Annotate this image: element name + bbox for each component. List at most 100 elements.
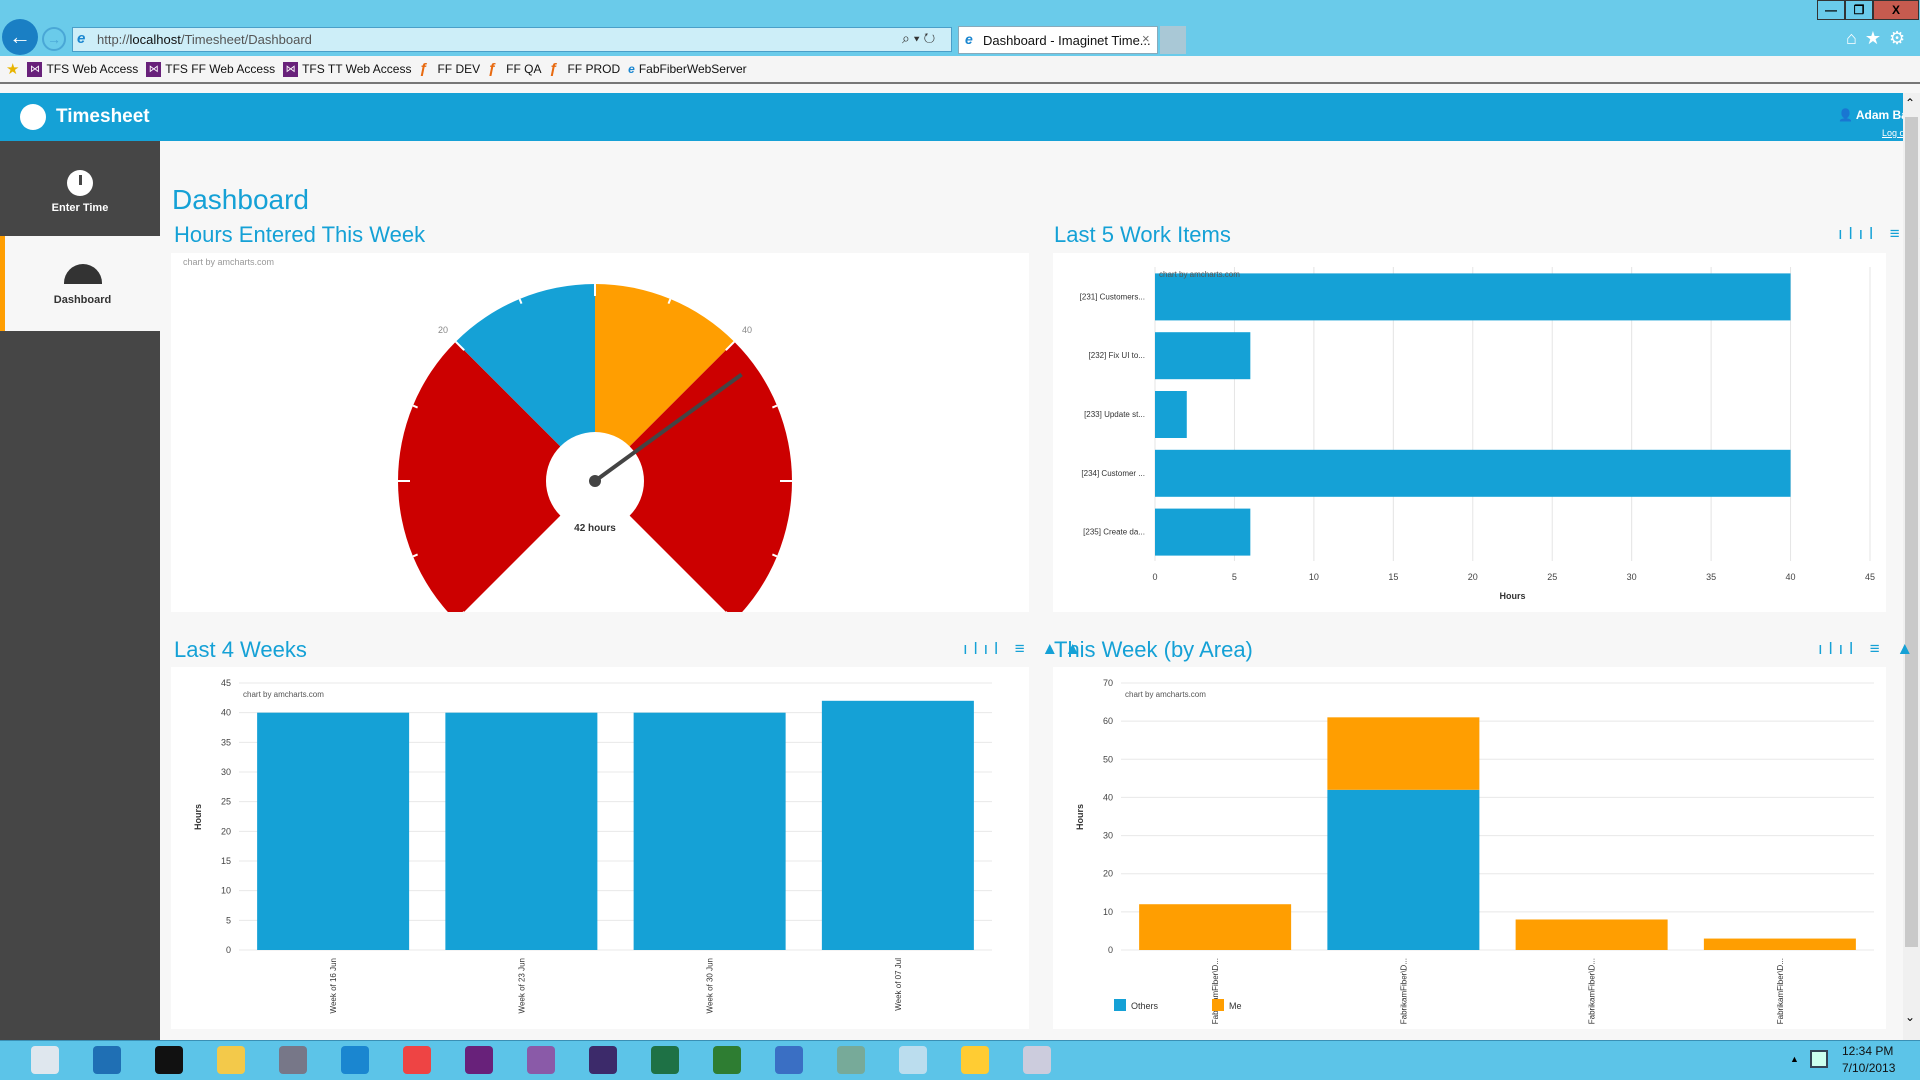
taskbar-chrome[interactable]	[389, 1042, 445, 1078]
ie-tab-icon: e	[965, 31, 973, 47]
bar	[257, 712, 410, 950]
favorite-link[interactable]: ƒ FF DEV	[419, 61, 480, 77]
forward-button[interactable]: →	[42, 27, 66, 51]
taskbar-excel[interactable]	[637, 1042, 693, 1078]
gauge-needle-knob	[589, 475, 601, 487]
category-label: FabrikamFiber\D...	[1399, 958, 1408, 1024]
y-tick-label: 5	[226, 915, 231, 925]
visual-studio-2-icon	[527, 1046, 555, 1074]
favorite-link[interactable]: ⋈ TFS FF Web Access	[146, 61, 275, 77]
favorite-link[interactable]: ⋈ TFS TT Web Access	[283, 61, 411, 77]
new-tab-button[interactable]	[1160, 26, 1186, 54]
fabfiber-icon: ƒ	[419, 60, 428, 77]
legend-label: Me	[1229, 1001, 1242, 1011]
resharper-icon	[775, 1046, 803, 1074]
bar	[1155, 449, 1791, 497]
favorite-link[interactable]: ⋈ TFS Web Access	[27, 61, 138, 77]
x-tick-label: 15	[1388, 572, 1398, 582]
bar	[445, 712, 598, 950]
minimize-button[interactable]: —	[1817, 0, 1845, 20]
x-tick-label: 30	[1627, 572, 1637, 582]
file-explorer-icon	[217, 1046, 245, 1074]
chart-type-toggle-icons[interactable]: ılıl ≡ ▲▲	[963, 639, 1087, 659]
window-controls: — ❐ X	[1817, 0, 1919, 20]
chart-type-toggle-icons[interactable]: ılıl ≡ ▲▲	[1818, 639, 1920, 659]
address-bar[interactable]: http://localhost/Timesheet/Dashboard	[72, 27, 952, 52]
sidebar-item-dashboard[interactable]: Dashboard	[0, 236, 160, 331]
y-axis-title: Hours	[1075, 804, 1085, 830]
restore-button[interactable]: ❐	[1845, 0, 1873, 20]
network-tool-icon	[837, 1046, 865, 1074]
taskbar-powershell[interactable]	[79, 1042, 135, 1078]
x-axis-title: Hours	[1499, 591, 1525, 601]
chart-credit: chart by amcharts.com	[1125, 690, 1206, 699]
category-label: FabrikamFiber\D...	[1588, 958, 1597, 1024]
favorites-star-icon[interactable]: ★	[6, 60, 19, 78]
taskbar-resharper[interactable]	[761, 1042, 817, 1078]
favorite-link[interactable]: e FabFiberWebServer	[628, 62, 747, 76]
y-tick-label: 30	[221, 767, 231, 777]
taskbar-tfs-admin[interactable]	[265, 1042, 321, 1078]
favorite-label: FF DEV	[437, 62, 481, 76]
taskbar-visual-studio-2[interactable]	[513, 1042, 569, 1078]
taskbar-remote-desktop[interactable]	[885, 1042, 941, 1078]
bar	[821, 700, 974, 950]
bar-segment-me	[1139, 904, 1292, 950]
eclipse-icon	[589, 1046, 617, 1074]
category-label: [235] Create da...	[1083, 528, 1145, 537]
url-path: /Timesheet/Dashboard	[180, 32, 312, 47]
panel-title-last-4-weeks: Last 4 Weeks	[174, 637, 307, 662]
back-button[interactable]: ←	[2, 19, 38, 55]
gauge-tick-label: 40	[742, 325, 752, 335]
x-tick-label: 40	[1786, 572, 1796, 582]
command-prompt-icon	[155, 1046, 183, 1074]
scroll-down-icon[interactable]: ⌄	[1905, 1010, 1915, 1024]
clock-date[interactable]: 7/10/2013	[1842, 1061, 1895, 1075]
tab-close-button[interactable]: ×	[1142, 31, 1150, 46]
url-prefix: http://	[97, 32, 130, 47]
network-warning-icon[interactable]	[1810, 1050, 1828, 1068]
browser-tab[interactable]: Dashboard - Imaginet Time...	[958, 26, 1158, 54]
search-refresh-icons[interactable]: ⌕ ▾ ↻	[902, 30, 935, 47]
legend-swatch	[1212, 999, 1224, 1011]
favorite-link[interactable]: ƒ FF QA	[488, 61, 541, 77]
taskbar-tools[interactable]	[947, 1042, 1003, 1078]
clock-time[interactable]: 12:34 PM	[1842, 1044, 1893, 1058]
favorite-link[interactable]: ƒ FF PROD	[549, 61, 620, 77]
category-label: Week of 16 Jun	[329, 958, 338, 1013]
y-tick-label: 0	[226, 945, 231, 955]
category-label: FabrikamFiber\D...	[1776, 958, 1785, 1024]
chart-type-toggle-icons[interactable]: ılıl ≡ ▲▲	[1838, 224, 1920, 244]
taskbar-file-explorer[interactable]	[203, 1042, 259, 1078]
y-tick-label: 70	[1103, 678, 1113, 688]
bar	[1155, 273, 1791, 321]
taskbar-eclipse[interactable]	[575, 1042, 631, 1078]
scroll-up-icon[interactable]: ⌃	[1905, 96, 1915, 110]
bar-segment-me	[1703, 938, 1856, 950]
timesheet-logo-icon	[20, 104, 46, 130]
bar-segment-me	[1327, 717, 1480, 790]
taskbar-command-prompt[interactable]	[141, 1042, 197, 1078]
taskbar-visual-studio[interactable]	[451, 1042, 507, 1078]
taskbar-project[interactable]	[699, 1042, 755, 1078]
close-button[interactable]: X	[1873, 0, 1919, 20]
app-title[interactable]: Timesheet	[56, 106, 150, 128]
home-favorites-settings-icons[interactable]: ⌂★⚙	[1846, 28, 1913, 49]
bar	[1155, 508, 1251, 556]
y-tick-label: 20	[1103, 869, 1113, 879]
visual-studio-icon	[465, 1046, 493, 1074]
category-label: Week of 23 Jun	[517, 958, 526, 1013]
fabfiber-icon: ƒ	[549, 60, 558, 77]
x-tick-label: 25	[1547, 572, 1557, 582]
taskbar-internet-explorer[interactable]	[327, 1042, 383, 1078]
taskbar-server-manager[interactable]	[17, 1042, 73, 1078]
sidebar-item-enter-time[interactable]: Enter Time	[0, 141, 160, 236]
taskbar-network-tool[interactable]	[823, 1042, 879, 1078]
taskbar-notepad[interactable]	[1009, 1042, 1065, 1078]
tray-expand-icon[interactable]: ▲	[1790, 1054, 1799, 1064]
user-icon: 👤	[1838, 108, 1856, 122]
project-icon	[713, 1046, 741, 1074]
favorites-bar: ★ ⋈ TFS Web Access ⋈ TFS FF Web Access ⋈ TF…	[0, 56, 1920, 84]
gauge-chart: chart by amcharts.com020406042 hours	[171, 253, 1029, 612]
y-tick-label: 50	[1103, 754, 1113, 764]
